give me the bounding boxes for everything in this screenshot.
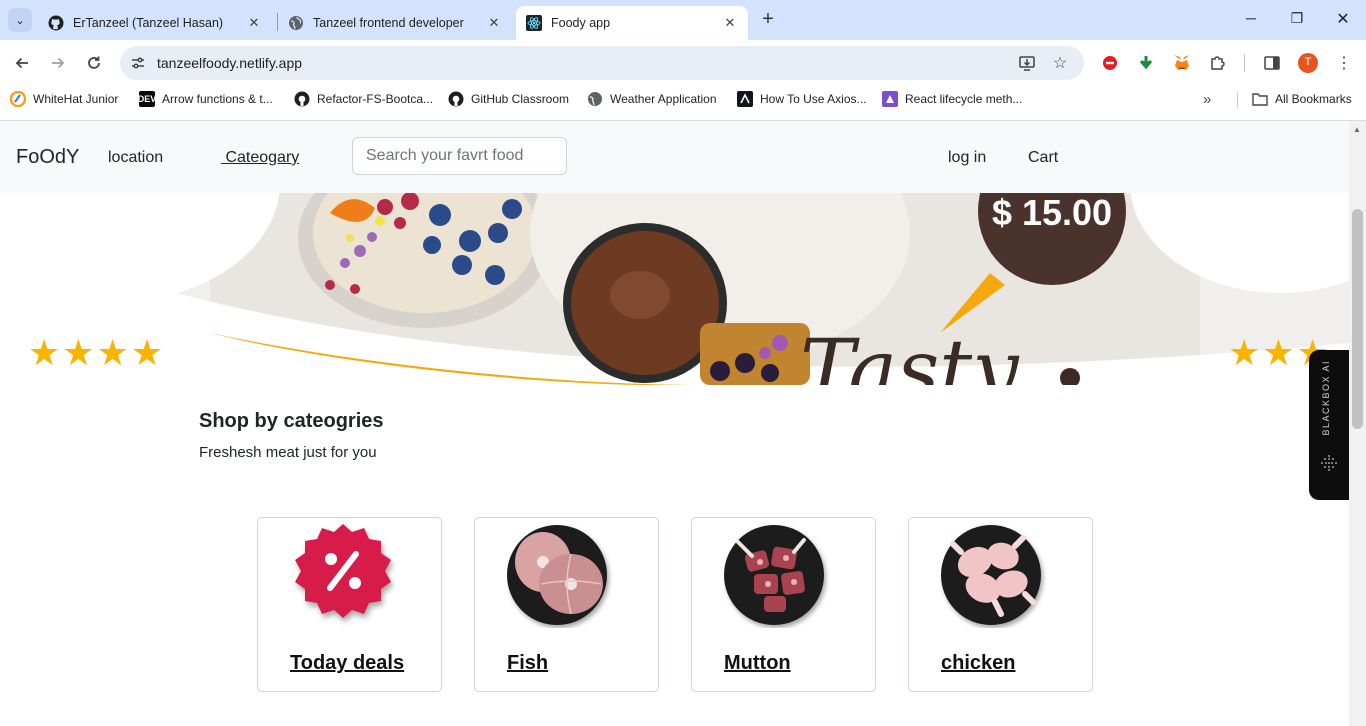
github-icon <box>448 91 464 107</box>
section-subtitle: Freshesh meat just for you <box>199 444 377 461</box>
tab-title: Foody app <box>551 16 611 30</box>
address-bar[interactable]: tanzeelfoody.netlify.app ☆ <box>120 46 1084 80</box>
extensions-puzzle-icon[interactable] <box>1207 52 1229 74</box>
rating-stars-left: ★★★★ <box>28 332 166 373</box>
bookmark-label: WhiteHat Junior <box>33 92 119 106</box>
page-scrollbar[interactable]: ▲ <box>1349 121 1366 726</box>
bookmark-star-icon[interactable]: ☆ <box>1050 53 1070 73</box>
category-card-mutton[interactable]: Mutton <box>691 517 876 692</box>
bookmark-label: Weather Application <box>610 92 717 106</box>
scrollbar-thumb[interactable] <box>1352 209 1363 429</box>
minimize-button[interactable]: ─ <box>1241 10 1261 26</box>
category-card-fish[interactable]: Fish <box>474 517 659 692</box>
profile-initial: T <box>1304 56 1312 68</box>
back-button[interactable] <box>11 52 33 74</box>
bookmark-refactor[interactable]: Refactor-FS-Bootca... <box>294 91 433 107</box>
axios-icon <box>737 91 753 107</box>
bookmark-react-lifecycle[interactable]: React lifecycle meth... <box>882 91 1022 107</box>
bookmark-label: Arrow functions & t... <box>162 92 273 106</box>
site-brand[interactable]: FoOdY <box>16 146 79 169</box>
hero-script-text: Tasty <box>800 323 1020 385</box>
react-lifecycle-icon <box>882 91 898 107</box>
nav-category-link[interactable]: Cateogary <box>221 149 299 167</box>
tab-strip: ⌄ ErTanzeel (Tanzeel Hasan) ✕ Tanzeel fr… <box>0 0 1366 40</box>
category-label[interactable]: chicken <box>941 652 1015 675</box>
bookmark-label: All Bookmarks <box>1275 92 1352 106</box>
side-panel-icon[interactable] <box>1261 52 1283 74</box>
section-title: Shop by cateogries <box>199 410 384 432</box>
nav-location-link[interactable]: location <box>108 149 163 167</box>
restore-button[interactable]: ❐ <box>1287 10 1307 27</box>
chevron-down-icon: ⌄ <box>15 14 25 27</box>
github-icon <box>294 91 310 107</box>
globe-icon <box>288 15 304 31</box>
forward-button[interactable] <box>47 52 69 74</box>
react-icon <box>526 15 542 31</box>
install-app-icon[interactable] <box>1017 53 1037 73</box>
close-icon[interactable]: ✕ <box>722 15 738 31</box>
scroll-up-arrow-icon[interactable]: ▲ <box>1353 125 1361 134</box>
new-tab-button[interactable]: + <box>758 9 778 31</box>
window-close-button[interactable]: ✕ <box>1333 9 1353 29</box>
category-label[interactable]: Mutton <box>724 652 791 675</box>
adblock-extension-icon[interactable] <box>1099 52 1121 74</box>
globe-icon <box>587 91 603 107</box>
blackbox-label: BLACKBOX AI <box>1321 360 1331 436</box>
site-settings-icon[interactable] <box>128 53 148 73</box>
tab-portfolio[interactable]: Tanzeel frontend developer ✕ <box>278 6 512 40</box>
bookmark-label: GitHub Classroom <box>471 92 570 106</box>
bookmark-label: How To Use Axios... <box>760 92 867 106</box>
site-navbar: FoOdY location Cateogary log in Cart <box>0 121 1349 193</box>
hero-banner: $ 15.00 Tasty ★★★★ ★★★ <box>0 193 1349 385</box>
fish-steak-icon <box>507 525 607 625</box>
close-icon[interactable]: ✕ <box>246 15 262 31</box>
food-search-input[interactable] <box>352 137 567 175</box>
bookmark-axios[interactable]: How To Use Axios... <box>737 91 867 107</box>
url-text: tanzeelfoody.netlify.app <box>157 55 303 71</box>
close-icon[interactable]: ✕ <box>486 15 502 31</box>
download-extension-icon[interactable] <box>1135 52 1157 74</box>
more-bookmarks-icon[interactable]: » <box>1203 91 1211 108</box>
metamask-icon[interactable] <box>1171 52 1193 74</box>
tab-title: Tanzeel frontend developer <box>313 16 464 30</box>
nav-cart-link[interactable]: Cart <box>1028 149 1058 167</box>
github-icon <box>48 15 64 31</box>
blackbox-logo-icon <box>1321 455 1337 471</box>
nav-login-link[interactable]: log in <box>948 149 986 167</box>
bookmark-github-classroom[interactable]: GitHub Classroom <box>448 91 569 107</box>
browser-toolbar: tanzeelfoody.netlify.app ☆ T ⋮ <box>0 40 1366 86</box>
mutton-icon <box>724 525 824 625</box>
price-text: $ 15.00 <box>992 193 1112 233</box>
page-viewport: FoOdY location Cateogary log in Cart <box>0 121 1349 726</box>
tab-title: ErTanzeel (Tanzeel Hasan) <box>73 16 224 30</box>
bookmark-whitehat[interactable]: WhiteHat Junior <box>10 91 118 107</box>
category-card-chicken[interactable]: chicken <box>908 517 1093 692</box>
category-label[interactable]: Fish <box>507 652 548 675</box>
reload-button[interactable] <box>83 52 105 74</box>
bookmark-weather[interactable]: Weather Application <box>587 91 717 107</box>
tab-search-button[interactable]: ⌄ <box>8 8 32 32</box>
whitehat-icon <box>10 91 26 107</box>
bookmark-label: React lifecycle meth... <box>905 92 1023 106</box>
all-bookmarks-button[interactable]: All Bookmarks <box>1252 91 1352 107</box>
folder-icon <box>1252 91 1268 107</box>
category-card-today-deals[interactable]: Today deals <box>257 517 442 692</box>
category-label[interactable]: Today deals <box>290 652 404 675</box>
dev-icon: DEV <box>138 91 156 107</box>
tab-foody[interactable]: Foody app ✕ <box>516 6 748 40</box>
bookmark-arrow-functions[interactable]: DEV Arrow functions & t... <box>138 91 273 107</box>
bookmarks-bar: WhiteHat Junior DEV Arrow functions & t.… <box>0 86 1366 114</box>
hero-food-image: $ 15.00 Tasty <box>0 193 1349 385</box>
menu-kebab-icon[interactable]: ⋮ <box>1333 52 1355 74</box>
profile-avatar[interactable]: T <box>1297 52 1319 74</box>
bookmark-label: Refactor-FS-Bootca... <box>317 92 434 106</box>
discount-badge-icon <box>295 524 391 618</box>
nav-category-label: Cateogary <box>225 149 300 166</box>
blackbox-ai-widget[interactable]: BLACKBOX AI <box>1309 350 1349 500</box>
tab-github[interactable]: ErTanzeel (Tanzeel Hasan) ✕ <box>38 6 272 40</box>
chicken-icon <box>941 525 1041 625</box>
